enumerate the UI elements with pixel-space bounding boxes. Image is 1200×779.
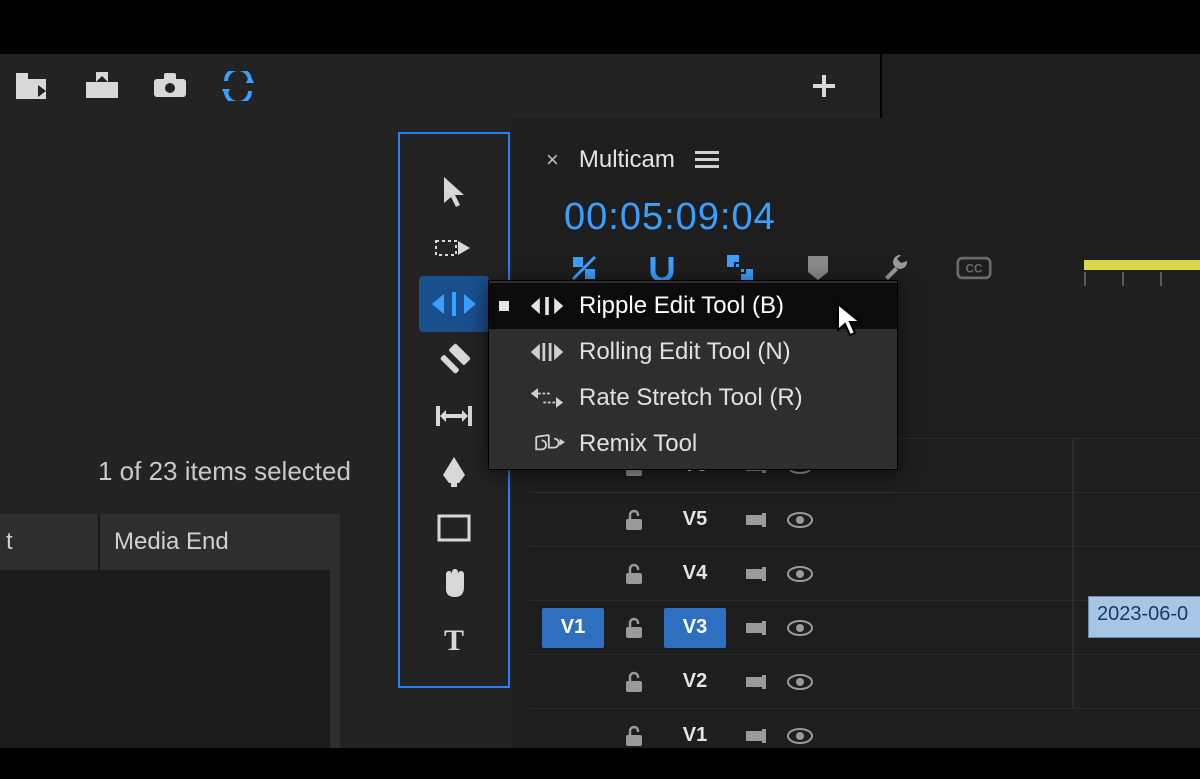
flyout-label: Ripple Edit Tool (B) [579, 292, 887, 320]
timeline-clip[interactable]: 2023-06-0 [1088, 596, 1200, 638]
track-label[interactable]: V4 [664, 554, 726, 594]
toggle-output-icon[interactable] [786, 566, 814, 582]
track-select-forward-tool[interactable] [419, 220, 489, 276]
sequence-menu-icon[interactable] [695, 151, 719, 169]
source-patch[interactable] [542, 554, 604, 594]
sequence-name: Multicam [579, 146, 675, 174]
sync-lock-icon[interactable] [742, 619, 770, 637]
selected-indicator-icon [499, 301, 515, 311]
track-row-v1[interactable]: V1 [530, 708, 1200, 762]
lock-icon[interactable] [620, 563, 648, 585]
toggle-output-icon[interactable] [786, 674, 814, 690]
flyout-remix[interactable]: Remix Tool [489, 421, 897, 467]
svg-text:CC: CC [966, 263, 983, 276]
in-out-range[interactable] [1084, 260, 1200, 270]
source-patch[interactable] [542, 662, 604, 702]
flyout-label: Rate Stretch Tool (R) [579, 384, 887, 412]
import-icon[interactable] [68, 64, 136, 108]
lock-icon[interactable] [620, 617, 648, 639]
razor-tool[interactable] [419, 332, 489, 388]
toggle-output-icon[interactable] [786, 512, 814, 528]
slip-tool[interactable] [419, 388, 489, 444]
sync-lock-icon[interactable] [742, 673, 770, 691]
ripple-edit-tool[interactable] [419, 276, 489, 332]
close-sequence-button[interactable]: × [546, 147, 559, 173]
source-patch[interactable] [542, 500, 604, 540]
sync-lock-icon[interactable] [742, 511, 770, 529]
ripple-edit-icon [529, 295, 565, 317]
add-button[interactable] [804, 66, 844, 106]
flyout-label: Rolling Edit Tool (N) [579, 338, 887, 366]
rectangle-tool[interactable] [419, 500, 489, 556]
project-list-body[interactable] [0, 570, 340, 748]
edit-tool-flyout: Ripple Edit Tool (B) Rolling Edit Tool (… [488, 280, 898, 470]
track-label[interactable]: V5 [664, 500, 726, 540]
flyout-rate-stretch[interactable]: Rate Stretch Tool (R) [489, 375, 897, 421]
lock-icon[interactable] [620, 509, 648, 531]
top-toolbar [0, 54, 1200, 118]
selection-status: 1 of 23 items selected [98, 456, 351, 487]
project-list-header: t Media End [0, 514, 340, 570]
remix-icon [529, 432, 565, 456]
flyout-rolling-edit[interactable]: Rolling Edit Tool (N) [489, 329, 897, 375]
lock-icon[interactable] [620, 725, 648, 747]
pen-tool[interactable] [419, 444, 489, 500]
source-patch-v1[interactable]: V1 [542, 608, 604, 648]
source-patch[interactable] [542, 716, 604, 756]
column-header-media-end[interactable]: Media End [100, 528, 340, 556]
type-tool[interactable]: T [419, 612, 489, 668]
rolling-edit-icon [529, 341, 565, 363]
track-label[interactable]: V2 [664, 662, 726, 702]
selection-tool[interactable] [419, 164, 489, 220]
track-label[interactable]: V3 [664, 608, 726, 648]
column-header-a[interactable]: t [0, 514, 100, 570]
time-ruler[interactable] [1084, 266, 1200, 286]
flyout-ripple-edit[interactable]: Ripple Edit Tool (B) [489, 283, 897, 329]
file-icon[interactable] [0, 64, 68, 108]
hand-tool[interactable] [419, 556, 489, 612]
sequence-tab[interactable]: × Multicam [546, 146, 719, 174]
toggle-output-icon[interactable] [786, 620, 814, 636]
sync-lock-icon[interactable] [742, 565, 770, 583]
lock-icon[interactable] [620, 671, 648, 693]
sync-lock-icon[interactable] [742, 727, 770, 745]
toolbar-right-section [880, 54, 1200, 118]
sync-settings-icon[interactable] [204, 64, 272, 108]
flyout-label: Remix Tool [579, 430, 887, 458]
playhead-timecode[interactable]: 00:05:09:04 [564, 196, 776, 239]
svg-text:T: T [444, 624, 464, 656]
rate-stretch-icon [529, 387, 565, 409]
snapshot-icon[interactable] [136, 64, 204, 108]
toggle-output-icon[interactable] [786, 728, 814, 744]
project-panel: 1 of 23 items selected t Media End [0, 118, 396, 748]
captions-icon[interactable]: CC [956, 250, 992, 286]
timeline-tracks-area[interactable] [1072, 438, 1200, 708]
track-label[interactable]: V1 [664, 716, 726, 756]
